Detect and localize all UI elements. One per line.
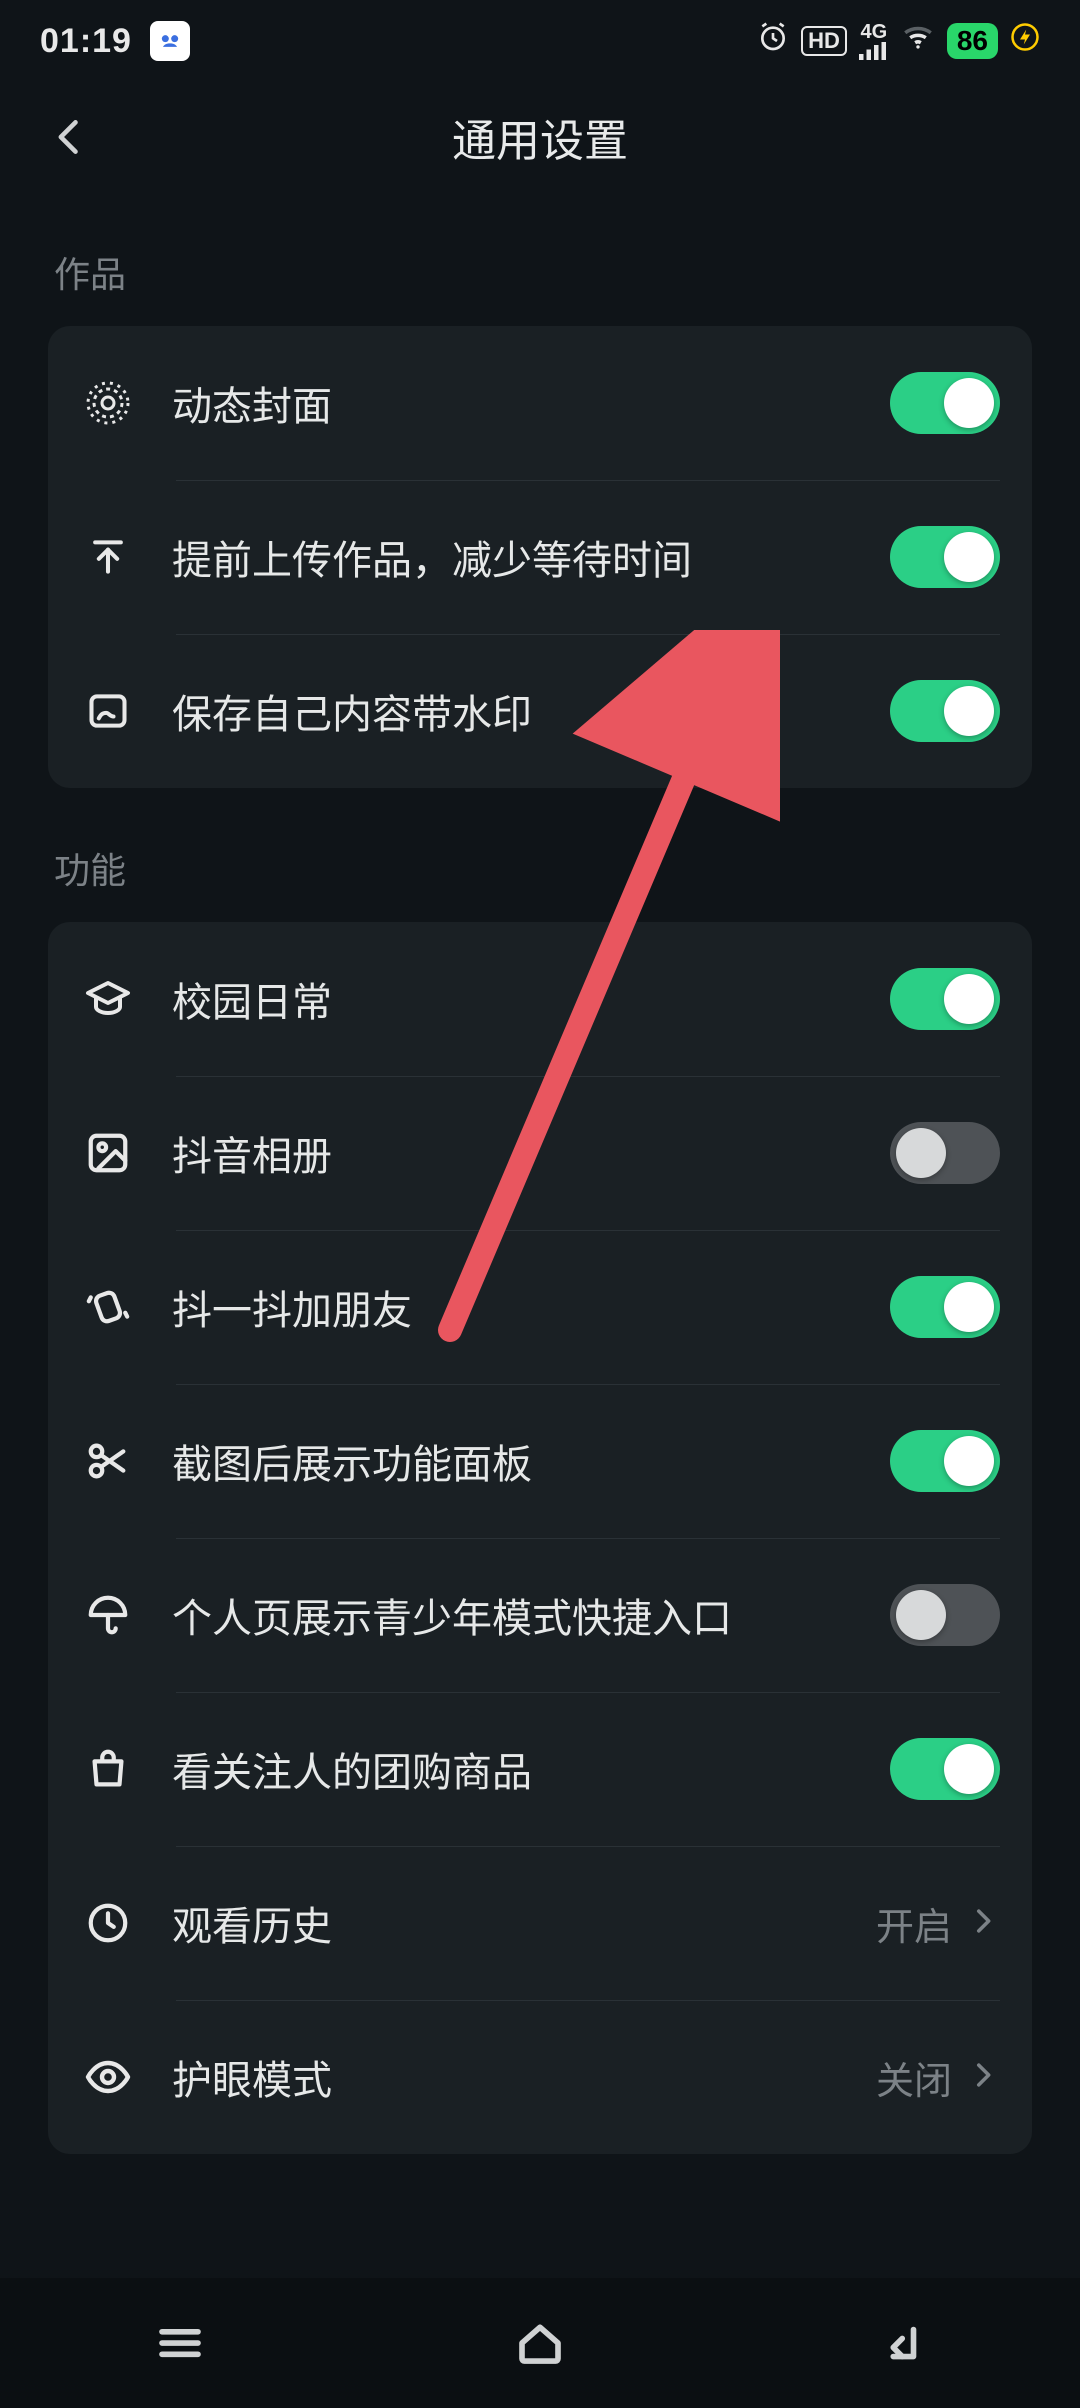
- scissors-icon: [80, 1433, 136, 1489]
- photo-icon: [80, 683, 136, 739]
- system-navbar: [0, 2278, 1080, 2408]
- back-button[interactable]: [40, 107, 100, 167]
- row-label: 个人页展示青少年模式快捷入口: [172, 1586, 890, 1644]
- network-label: 4G: [859, 22, 889, 60]
- nav-back-button[interactable]: [860, 2303, 940, 2383]
- row-value: 关闭: [876, 2050, 952, 2105]
- graduation-icon: [80, 971, 136, 1027]
- row-label: 抖音相册: [172, 1124, 890, 1182]
- target-icon: [80, 375, 136, 431]
- toggle-dynamic-cover[interactable]: [890, 372, 1000, 434]
- status-app-icon: [150, 21, 190, 61]
- row-label: 截图后展示功能面板: [172, 1432, 890, 1490]
- toggle-teen-mode[interactable]: [890, 1584, 1000, 1646]
- battery-level: 86: [947, 23, 998, 59]
- row-screenshot-panel[interactable]: 截图后展示功能面板: [48, 1384, 1032, 1538]
- section-header-works: 作品: [48, 192, 1032, 326]
- alarm-icon: [757, 21, 789, 62]
- row-pre-upload[interactable]: 提前上传作品，减少等待时间: [48, 480, 1032, 634]
- toggle-campus[interactable]: [890, 968, 1000, 1030]
- status-bar: 01:19 HD 4G 86: [0, 0, 1080, 82]
- group-works: 动态封面 提前上传作品，减少等待时间 保存自己内容带水印: [48, 326, 1032, 788]
- row-label: 保存自己内容带水印: [172, 682, 890, 740]
- image-icon: [80, 1125, 136, 1181]
- header: 通用设置: [0, 82, 1080, 192]
- charging-icon: [1010, 22, 1040, 60]
- row-save-watermark[interactable]: 保存自己内容带水印: [48, 634, 1032, 788]
- shake-icon: [80, 1279, 136, 1335]
- hd-icon: HD: [801, 26, 847, 56]
- toggle-group-buy[interactable]: [890, 1738, 1000, 1800]
- nav-recent-button[interactable]: [140, 2303, 220, 2383]
- chevron-right-icon: [966, 1904, 1000, 1943]
- row-label: 校园日常: [172, 970, 890, 1028]
- section-header-features: 功能: [48, 788, 1032, 922]
- row-label: 动态封面: [172, 374, 890, 432]
- row-label: 看关注人的团购商品: [172, 1740, 890, 1798]
- bag-icon: [80, 1741, 136, 1797]
- toggle-shake[interactable]: [890, 1276, 1000, 1338]
- group-features: 校园日常 抖音相册 抖一抖加朋友: [48, 922, 1032, 2154]
- clock-icon: [80, 1895, 136, 1951]
- row-album[interactable]: 抖音相册: [48, 1076, 1032, 1230]
- page-title: 通用设置: [452, 105, 628, 169]
- nav-home-button[interactable]: [500, 2303, 580, 2383]
- upload-icon: [80, 529, 136, 585]
- row-teen-mode[interactable]: 个人页展示青少年模式快捷入口: [48, 1538, 1032, 1692]
- toggle-screenshot-panel[interactable]: [890, 1430, 1000, 1492]
- status-time: 01:19: [40, 22, 132, 61]
- chevron-right-icon: [966, 2058, 1000, 2097]
- row-shake[interactable]: 抖一抖加朋友: [48, 1230, 1032, 1384]
- row-label: 观看历史: [172, 1894, 876, 1952]
- wifi-icon: [901, 20, 935, 63]
- toggle-save-watermark[interactable]: [890, 680, 1000, 742]
- umbrella-icon: [80, 1587, 136, 1643]
- eye-icon: [80, 2049, 136, 2105]
- row-eye-mode[interactable]: 护眼模式 关闭: [48, 2000, 1032, 2154]
- toggle-pre-upload[interactable]: [890, 526, 1000, 588]
- row-value: 开启: [876, 1896, 952, 1951]
- toggle-album[interactable]: [890, 1122, 1000, 1184]
- row-label: 护眼模式: [172, 2048, 876, 2106]
- row-campus[interactable]: 校园日常: [48, 922, 1032, 1076]
- row-label: 抖一抖加朋友: [172, 1278, 890, 1336]
- row-history[interactable]: 观看历史 开启: [48, 1846, 1032, 2000]
- row-group-buy[interactable]: 看关注人的团购商品: [48, 1692, 1032, 1846]
- row-dynamic-cover[interactable]: 动态封面: [48, 326, 1032, 480]
- row-label: 提前上传作品，减少等待时间: [172, 528, 890, 586]
